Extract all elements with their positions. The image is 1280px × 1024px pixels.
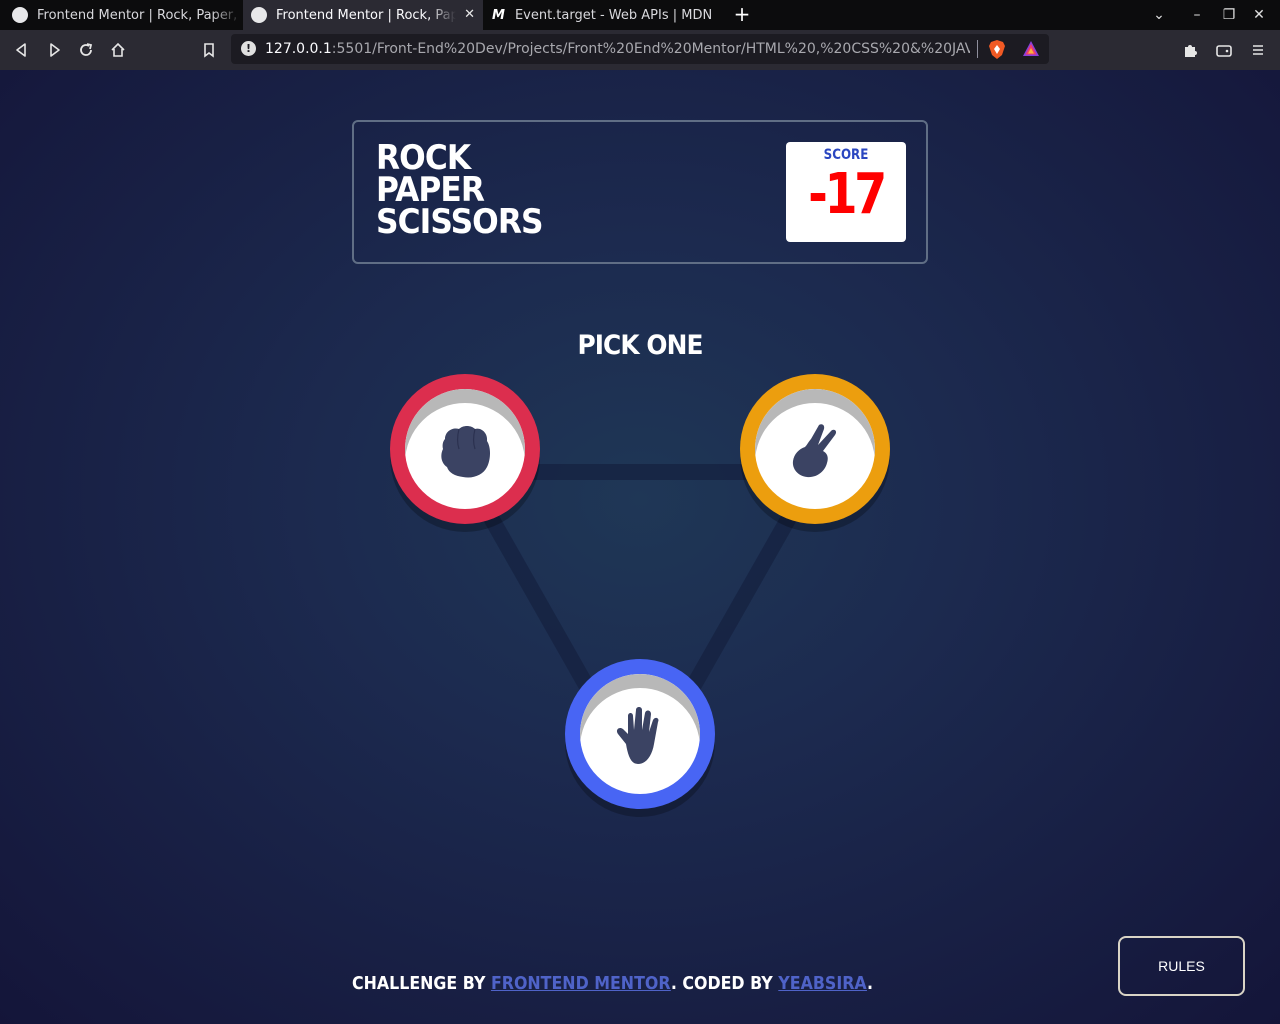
url-path: :5501/Front-End%20Dev/Projects/Front%20E… xyxy=(331,41,970,57)
bookmark-icon[interactable] xyxy=(199,40,219,60)
paper-inner xyxy=(580,674,700,794)
forward-icon[interactable] xyxy=(44,40,64,60)
browser-tab-bar: Frontend Mentor | Rock, Paper, S Fronten… xyxy=(0,0,1280,30)
scissors-hand-icon xyxy=(792,424,837,478)
brave-shields-icon[interactable] xyxy=(988,40,1006,59)
rules-button[interactable]: RULES xyxy=(1118,936,1245,996)
choice-scissors[interactable] xyxy=(740,374,890,532)
choice-rock[interactable] xyxy=(390,374,540,532)
home-icon[interactable] xyxy=(108,40,128,60)
triangle-background xyxy=(451,464,829,797)
divider xyxy=(977,40,978,58)
tab-list-chevron-icon[interactable]: ⌄ xyxy=(1150,6,1168,24)
scissors-inner xyxy=(755,389,875,509)
menu-icon[interactable] xyxy=(1248,40,1268,60)
open-hand-icon xyxy=(616,707,659,764)
tab-mdn[interactable]: M Event.target - Web APIs | MDN xyxy=(484,0,724,30)
page-favicon-icon xyxy=(251,7,267,23)
brave-rewards-icon[interactable] xyxy=(1022,40,1040,58)
reload-icon[interactable] xyxy=(76,40,96,60)
site-info-icon[interactable]: ! xyxy=(241,41,256,56)
new-tab-button[interactable]: + xyxy=(732,4,752,24)
url-text[interactable]: 127.0.0.1:5501/Front-End%20Dev/Projects/… xyxy=(265,41,970,57)
tab-frontend-mentor-2[interactable]: Frontend Mentor | Rock, Pape ✕ xyxy=(243,0,483,30)
frontend-mentor-link[interactable]: FRONTEND MENTOR xyxy=(491,973,671,994)
footer-suffix: . xyxy=(866,973,874,994)
address-bar[interactable]: ! 127.0.0.1:5501/Front-End%20Dev/Project… xyxy=(231,34,1049,64)
tab-title: Frontend Mentor | Rock, Pape xyxy=(276,7,456,23)
tab-title: Frontend Mentor | Rock, Paper, S xyxy=(37,7,242,23)
tab-title: Event.target - Web APIs | MDN xyxy=(514,7,713,23)
extensions-icon[interactable] xyxy=(1180,40,1200,60)
minimize-icon[interactable]: – xyxy=(1188,6,1206,24)
mdn-logo-icon: M xyxy=(492,7,505,23)
footer-middle: . CODED BY xyxy=(670,973,779,994)
url-host: 127.0.0.1 xyxy=(265,41,332,57)
page-favicon-icon xyxy=(12,7,28,23)
choice-paper[interactable] xyxy=(565,659,715,817)
maximize-icon[interactable]: ❐ xyxy=(1220,6,1238,24)
rock-inner xyxy=(405,389,525,509)
page-viewport: ROCK PAPER SCISSORS SCORE -17 PICK ONE C… xyxy=(0,70,1280,1024)
tab-frontend-mentor-1[interactable]: Frontend Mentor | Rock, Paper, S xyxy=(0,0,242,30)
close-window-icon[interactable]: ✕ xyxy=(1250,6,1268,24)
wallet-icon[interactable] xyxy=(1214,40,1234,60)
attribution-footer: CHALLENGE BY FRONTEND MENTOR. CODED BY Y… xyxy=(352,973,873,994)
close-tab-icon[interactable]: ✕ xyxy=(464,7,475,22)
fist-icon xyxy=(441,426,490,478)
back-icon[interactable] xyxy=(12,40,32,60)
footer-prefix: CHALLENGE BY xyxy=(352,973,491,994)
author-link[interactable]: YEABSIRA xyxy=(778,973,867,994)
